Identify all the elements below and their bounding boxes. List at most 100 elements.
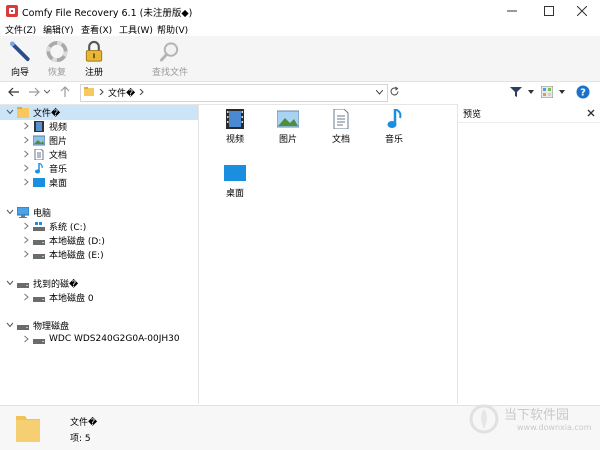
- tree-node-pictures[interactable]: 图片: [22, 133, 67, 147]
- tree-node-computer[interactable]: 电脑: [6, 205, 51, 219]
- content-item-desktop[interactable]: 桌面: [213, 163, 257, 199]
- status-count-label: 项:: [70, 434, 85, 444]
- filter-icon[interactable]: [510, 86, 522, 98]
- film-icon: [34, 120, 44, 132]
- breadcrumb-chevron-icon[interactable]: [139, 89, 144, 95]
- help-icon[interactable]: ?: [576, 85, 590, 99]
- document-icon: [34, 148, 44, 160]
- chevron-down-icon: [6, 322, 14, 328]
- up-arrow-icon[interactable]: [60, 86, 70, 98]
- content-item-pictures[interactable]: 图片: [266, 109, 310, 145]
- status-count-value: 5: [84, 434, 91, 444]
- tree-label: 本地磁盘 (E:): [49, 250, 104, 261]
- back-arrow-icon[interactable]: [8, 87, 20, 97]
- hard-drive-icon: [17, 282, 29, 288]
- window-title: Comfy File Recovery 6.1 (未注册版◆): [22, 8, 193, 19]
- minimize-button[interactable]: [494, 0, 530, 22]
- content-item-video[interactable]: 视频: [213, 109, 257, 145]
- register-label: 注册: [84, 68, 103, 78]
- menu-view[interactable]: 查看(X): [81, 23, 112, 36]
- hard-drive-icon: [17, 324, 29, 330]
- content-item-music[interactable]: 音乐: [372, 109, 416, 145]
- chevron-right-icon: [24, 335, 29, 343]
- tree-node-wdc-disk[interactable]: WDC WDS240G2G0A-00JH30: [22, 332, 180, 346]
- chevron-right-icon: [24, 136, 29, 144]
- document-icon: [333, 109, 349, 129]
- svg-text:?: ?: [580, 88, 586, 99]
- chevron-down-icon: [6, 209, 14, 215]
- chevron-right-icon: [24, 222, 29, 230]
- find-files-label: 查找文件: [151, 68, 188, 78]
- breadcrumb-current[interactable]: 文件�: [108, 86, 135, 99]
- music-note-icon: [35, 162, 43, 173]
- tree-node-drive-e[interactable]: 本地磁盘 (E:): [22, 247, 104, 261]
- forward-arrow-icon[interactable]: [28, 87, 40, 97]
- tree-node-video[interactable]: 视频: [22, 119, 67, 133]
- chevron-right-icon: [24, 178, 29, 186]
- tree-label: 本地磁盘 (D:): [49, 236, 105, 247]
- tree-node-local-disk-0[interactable]: 本地磁盘 0: [22, 290, 94, 304]
- chevron-right-icon: [24, 164, 29, 172]
- tree-label: 文件�: [33, 108, 61, 119]
- close-preview-icon[interactable]: [587, 109, 595, 117]
- content-item-documents[interactable]: 文档: [319, 109, 363, 145]
- magnifier-icon: [159, 42, 179, 62]
- find-files-button[interactable]: 查找文件: [148, 40, 192, 78]
- chevron-right-icon: [24, 293, 29, 301]
- tree-node-physical-disks[interactable]: 物理磁盘: [6, 318, 69, 332]
- content-item-label: 音乐: [384, 135, 403, 145]
- picture-icon: [277, 110, 299, 128]
- history-dropdown-icon[interactable]: [44, 89, 50, 95]
- watermark-logo-icon: [469, 404, 499, 434]
- film-icon: [226, 109, 244, 129]
- refresh-icon[interactable]: [389, 86, 400, 97]
- tree-node-found-disks[interactable]: 找到的磁�: [6, 276, 78, 290]
- close-icon: [577, 6, 587, 16]
- hard-drive-icon: [33, 239, 45, 245]
- content-item-label: 图片: [278, 135, 297, 145]
- maximize-button[interactable]: [531, 0, 567, 22]
- folder-icon: [17, 106, 29, 118]
- view-mode-icon[interactable]: [541, 86, 553, 98]
- music-note-icon: [387, 109, 402, 128]
- chevron-down-icon: [6, 109, 14, 115]
- tree-node-music[interactable]: 音乐: [22, 161, 67, 175]
- content-item-label: 视频: [225, 135, 244, 145]
- app-logo-icon: [6, 5, 18, 17]
- tree-label: 图片: [49, 136, 68, 147]
- content-item-label: 桌面: [225, 189, 244, 199]
- system-drive-icon: [33, 221, 45, 231]
- view-dropdown-icon[interactable]: [559, 90, 565, 94]
- tree-node-desktop[interactable]: 桌面: [22, 175, 67, 189]
- menu-tools[interactable]: 工具(W): [119, 23, 153, 36]
- menu-edit[interactable]: 编辑(Y): [43, 23, 74, 36]
- desktop-icon: [33, 177, 45, 187]
- close-button[interactable]: [564, 0, 600, 22]
- hard-drive-icon: [33, 338, 45, 344]
- lifebuoy-icon: [46, 40, 68, 63]
- tree-node-documents[interactable]: 文档: [22, 147, 67, 161]
- hard-drive-icon: [33, 296, 45, 302]
- tree-label: 电脑: [33, 208, 52, 219]
- tree-node-files[interactable]: 文件�: [6, 105, 60, 119]
- tree-node-drive-d[interactable]: 本地磁盘 (D:): [22, 233, 105, 247]
- minimize-icon: [507, 10, 517, 12]
- watermark-brand: 当下软件园: [504, 408, 570, 423]
- tree-label: 音乐: [49, 164, 68, 175]
- tree-node-drive-c[interactable]: 系统 (C:): [22, 219, 86, 233]
- tree-label: 视频: [49, 122, 68, 133]
- hard-drive-icon: [33, 253, 45, 259]
- filter-dropdown-icon[interactable]: [528, 90, 534, 94]
- menu-file[interactable]: 文件(Z): [5, 23, 36, 36]
- desktop-icon: [224, 165, 246, 181]
- tree-label: 找到的磁�: [33, 279, 79, 290]
- maximize-icon: [544, 6, 554, 16]
- chevron-right-icon: [24, 236, 29, 244]
- chevron-right-icon: [24, 250, 29, 258]
- computer-icon: [17, 206, 29, 218]
- menu-help[interactable]: 帮助(V): [157, 23, 188, 36]
- tree-label: WDC WDS240G2G0A-00JH30: [49, 334, 180, 344]
- tree-label: 桌面: [49, 178, 68, 189]
- address-dropdown-icon[interactable]: [376, 90, 383, 95]
- register-button[interactable]: 注册: [72, 40, 116, 78]
